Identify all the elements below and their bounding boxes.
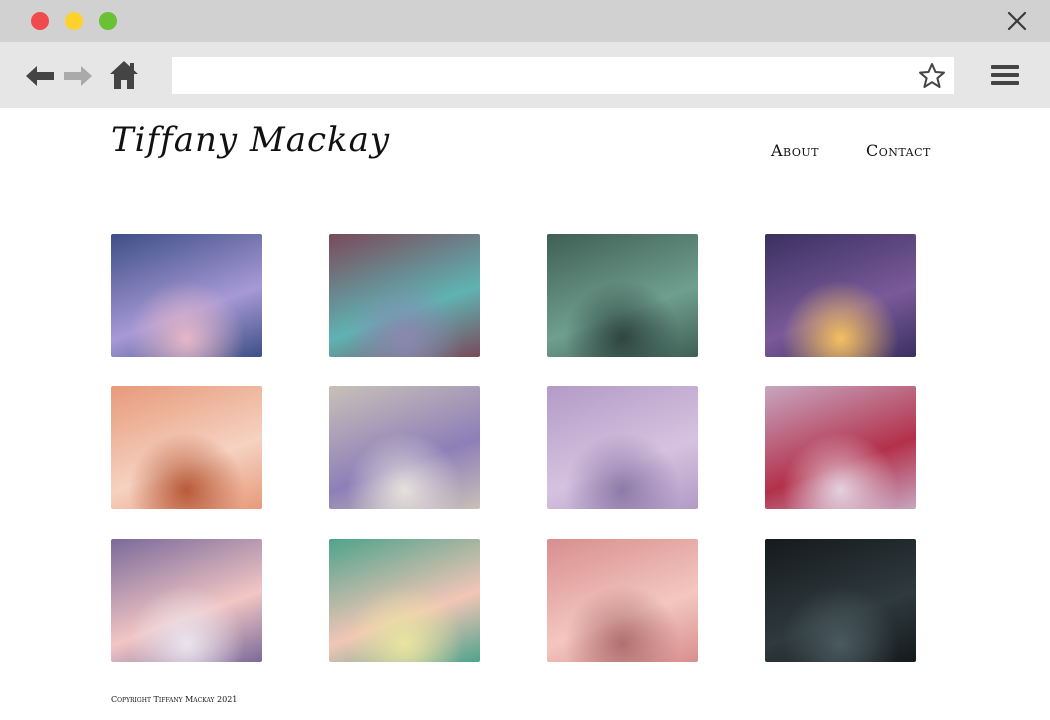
gallery-item-dark-forest[interactable] — [765, 539, 916, 662]
nav-contact-link[interactable]: Contact — [866, 141, 931, 160]
browser-titlebar — [0, 0, 1050, 42]
gallery-item-green-river[interactable] — [547, 234, 698, 357]
close-x-icon[interactable] — [1006, 10, 1028, 32]
window-close-button[interactable] — [31, 12, 49, 30]
star-icon[interactable] — [918, 62, 946, 90]
gallery-item-infinity-forest[interactable] — [329, 234, 480, 357]
gallery-item-red-robe[interactable] — [765, 386, 916, 509]
gallery-item-lanterns[interactable] — [765, 234, 916, 357]
site-title[interactable]: Tiffany Mackay — [111, 120, 390, 160]
forward-arrow-icon[interactable] — [62, 64, 94, 88]
nav-about-link[interactable]: About — [771, 141, 819, 160]
gallery-item-antlers-forest[interactable] — [547, 539, 698, 662]
gallery-item-arch-moon[interactable] — [111, 234, 262, 357]
gallery-item-flame-hair[interactable] — [329, 539, 480, 662]
address-bar-input[interactable] — [172, 57, 954, 94]
browser-window: Tiffany Mackay About Contact Copyright T… — [0, 0, 1050, 720]
back-arrow-icon[interactable] — [24, 64, 56, 88]
window-minimize-button[interactable] — [65, 12, 83, 30]
footer-copyright: Copyright Tiffany Mackay 2021 — [111, 695, 238, 704]
gallery-item-angel-wings[interactable] — [111, 539, 262, 662]
window-maximize-button[interactable] — [99, 12, 117, 30]
gallery-item-jupiter-dragon[interactable] — [329, 386, 480, 509]
hamburger-menu-icon[interactable] — [990, 63, 1020, 87]
home-icon[interactable] — [108, 59, 140, 91]
browser-toolbar — [0, 42, 1050, 108]
gallery-item-straw-hat[interactable] — [547, 386, 698, 509]
gallery-item-fire-bears[interactable] — [111, 386, 262, 509]
